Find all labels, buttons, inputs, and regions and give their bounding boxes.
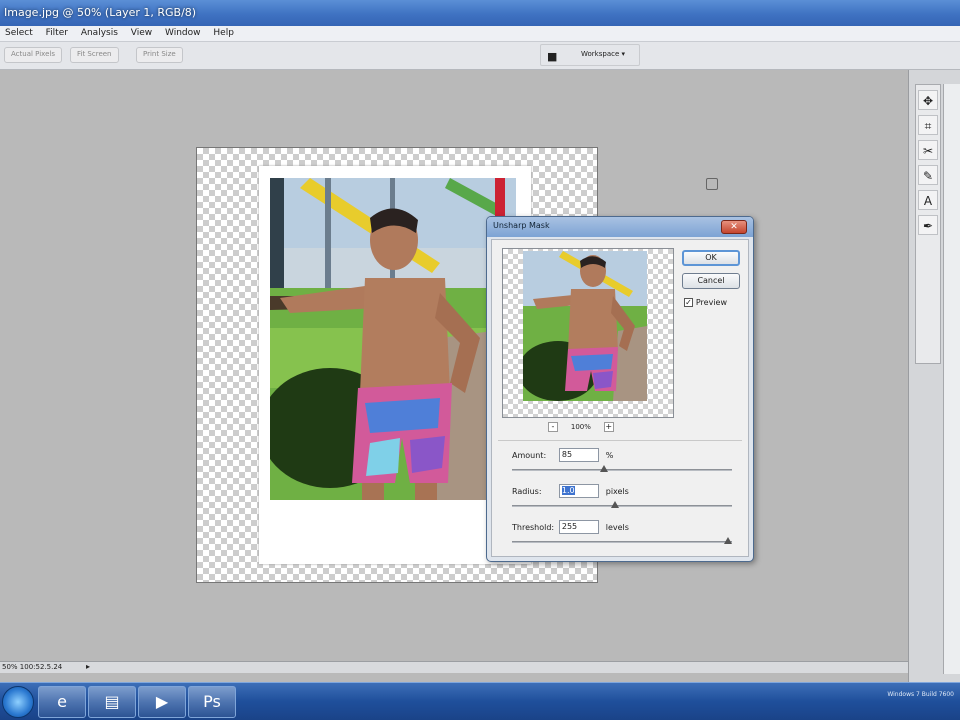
options-bar: Actual Pixels Fit Screen Print Size	[0, 42, 960, 70]
workspace-label: Workspace ▾	[581, 50, 625, 58]
photoshop-icon[interactable]: Ps	[188, 686, 236, 718]
brush-tool-icon[interactable]: ✎	[918, 165, 938, 185]
heal-tool-icon[interactable]: ✂	[918, 140, 938, 160]
move-tool-icon[interactable]: ✥	[918, 90, 938, 110]
cancel-button[interactable]: Cancel	[682, 273, 740, 289]
collapsed-panels[interactable]	[943, 84, 960, 674]
tools-panel: ✥ ⌗ ✂ ✎ A ✒	[915, 84, 941, 364]
check-icon: ✓	[684, 298, 693, 307]
unsharp-mask-dialog: Unsharp Mask ✕ OK Cancel ✓ Preview - 100…	[486, 216, 754, 562]
amount-label: Amount:	[512, 450, 547, 460]
canvas-photo	[270, 178, 516, 500]
preview-zoom-controls: - 100% +	[548, 422, 614, 433]
zoom-in-button[interactable]: +	[603, 422, 614, 432]
status-bar: 50% 100:52.5.24 ▸	[0, 661, 908, 673]
media-player-icon[interactable]: ▶	[138, 686, 186, 718]
crop-tool-icon[interactable]: ⌗	[918, 115, 938, 135]
dialog-title-bar[interactable]: Unsharp Mask ✕	[487, 217, 753, 237]
threshold-input[interactable]: 255	[558, 520, 599, 534]
window-title-bar[interactable]: Image.jpg @ 50% (Layer 1, RGB/8)	[0, 0, 960, 26]
preview-label: Preview	[695, 298, 728, 307]
menu-select[interactable]: Select	[0, 26, 38, 40]
pen-tool-icon[interactable]: ✒	[918, 215, 938, 235]
amount-slider-thumb[interactable]	[600, 465, 609, 472]
preview-photo	[523, 251, 647, 401]
amount-input[interactable]: 85	[558, 448, 599, 462]
system-tray[interactable]: Windows 7 Build 7600	[790, 687, 958, 717]
menu-filter[interactable]: Filter	[41, 26, 73, 40]
divider	[498, 440, 742, 441]
threshold-slider-thumb[interactable]	[724, 537, 732, 544]
radius-row: Radius: 1.0 pixels	[512, 484, 629, 498]
amount-slider[interactable]	[512, 465, 732, 472]
menu-help[interactable]: Help	[208, 26, 239, 40]
actual-pixels-button[interactable]: Actual Pixels	[4, 47, 62, 63]
radius-value: 1.0	[561, 486, 575, 495]
threshold-unit: levels	[605, 522, 629, 532]
threshold-label: Threshold:	[512, 522, 555, 532]
text-tool-icon[interactable]: A	[918, 190, 938, 210]
dialog-body: OK Cancel ✓ Preview - 100% + Amount: 85 …	[491, 239, 749, 557]
radius-label: Radius:	[512, 486, 542, 496]
windows-explorer-icon[interactable]: ▤	[88, 686, 136, 718]
radius-unit: pixels	[605, 486, 629, 496]
tray-text: Windows 7 Build 7600	[887, 691, 954, 698]
window-title: Image.jpg @ 50% (Layer 1, RGB/8)	[4, 6, 197, 19]
workspace-switcher[interactable]: ■ Workspace ▾	[540, 44, 640, 66]
dialog-title: Unsharp Mask	[493, 221, 550, 230]
cursor-icon	[706, 178, 718, 190]
fit-screen-button[interactable]: Fit Screen	[70, 47, 119, 63]
ok-button[interactable]: OK	[682, 250, 740, 266]
preview-checkbox[interactable]: ✓ Preview	[684, 298, 727, 308]
filter-preview[interactable]	[502, 248, 674, 418]
menu-window[interactable]: Window	[160, 26, 206, 40]
taskbar: e ▤ ▶ Ps Windows 7 Build 7600	[0, 682, 960, 720]
close-icon[interactable]: ✕	[721, 220, 747, 234]
right-panel-dock: ✥ ⌗ ✂ ✎ A ✒	[908, 70, 960, 682]
amount-unit: %	[605, 450, 614, 460]
menu-view[interactable]: View	[126, 26, 157, 40]
amount-row: Amount: 85 %	[512, 448, 613, 462]
print-size-button[interactable]: Print Size	[136, 47, 183, 63]
camera-icon: ■	[547, 50, 558, 63]
status-menu-arrow-icon[interactable]: ▸	[86, 662, 90, 671]
zoom-out-button[interactable]: -	[548, 422, 558, 432]
menu-analysis[interactable]: Analysis	[76, 26, 123, 40]
start-button[interactable]	[2, 686, 34, 718]
radius-slider-thumb[interactable]	[611, 501, 620, 508]
preview-zoom-value: 100%	[570, 423, 591, 431]
menu-bar: Select Filter Analysis View Window Help	[0, 26, 960, 42]
radius-slider[interactable]	[512, 501, 732, 508]
status-zoom[interactable]: 50% 100:52.5.24	[2, 663, 82, 671]
threshold-slider[interactable]	[512, 537, 732, 544]
internet-explorer-icon[interactable]: e	[38, 686, 86, 718]
radius-input[interactable]: 1.0	[558, 484, 599, 498]
threshold-row: Threshold: 255 levels	[512, 520, 629, 534]
